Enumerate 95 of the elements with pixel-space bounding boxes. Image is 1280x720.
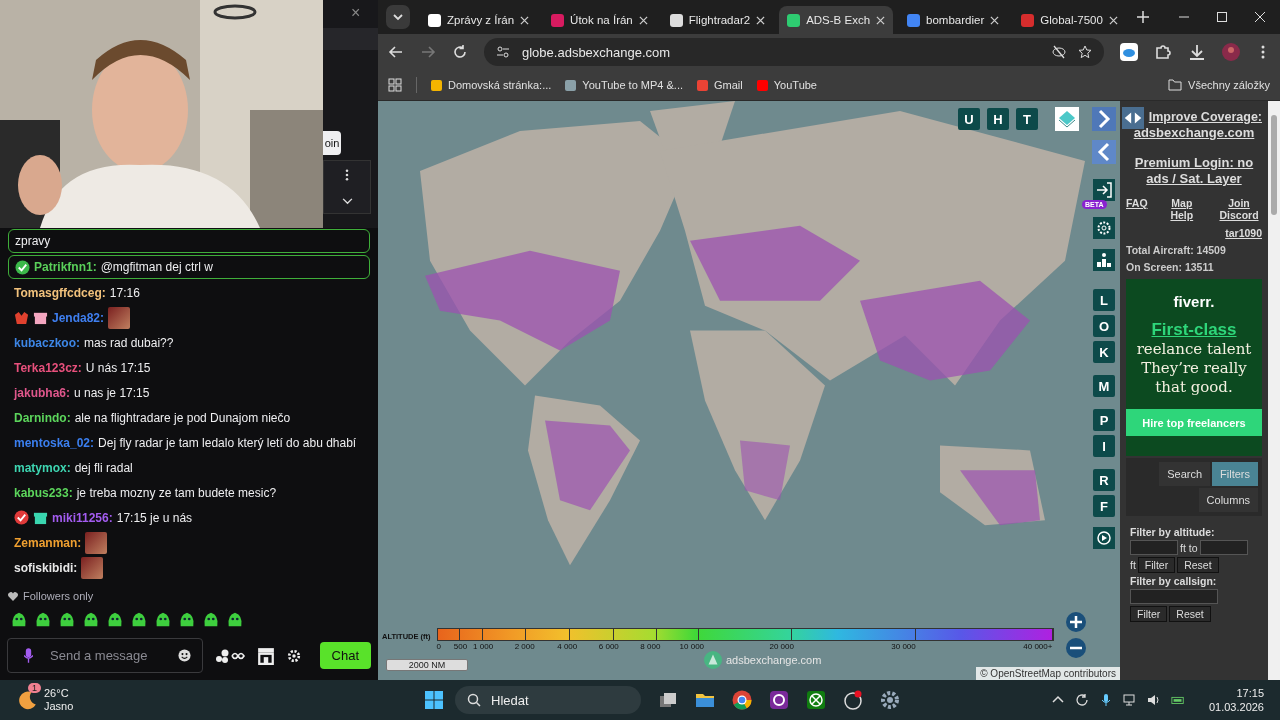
help-link[interactable]: Map Help bbox=[1158, 197, 1205, 221]
message-text: ale na flightradare je pod Dunajom niečo bbox=[74, 410, 291, 425]
address-bar[interactable]: globe.adsbexchange.com bbox=[484, 38, 1104, 66]
legend-tick: 2 000 bbox=[514, 642, 535, 651]
username[interactable]: Darnindo: bbox=[14, 410, 71, 425]
temperature-text: 26°C bbox=[44, 687, 70, 700]
username[interactable]: kubaczkoo: bbox=[14, 335, 80, 350]
filter-button[interactable]: Filter bbox=[1130, 606, 1168, 622]
map-toggle-button[interactable]: F bbox=[1093, 495, 1115, 517]
site-link[interactable]: adsbexchange.com bbox=[1126, 125, 1262, 141]
premium-login-link[interactable]: Premium Login: no ads / Sat. Layer bbox=[1126, 155, 1262, 187]
search-field[interactable]: Hledat bbox=[455, 686, 641, 714]
filter-label: Filter by altitude: bbox=[1130, 526, 1216, 538]
message-text: je treba mozny ze tam budete mesic? bbox=[76, 485, 277, 500]
message-text: 17:16 bbox=[109, 285, 140, 300]
username[interactable]: mentoska_02: bbox=[14, 435, 95, 450]
map-toggle-button[interactable]: M bbox=[1093, 375, 1115, 397]
username[interactable]: Patrikfnn1: bbox=[34, 260, 97, 274]
map-toggle-button[interactable]: K bbox=[1093, 341, 1115, 363]
scale-bar: 2000 NM bbox=[386, 659, 468, 671]
weather-condition: Jasno bbox=[44, 700, 74, 713]
attribution-link[interactable]: © OpenStreetMap contributors bbox=[976, 667, 1120, 680]
clock-date[interactable]: 01.03.2026 bbox=[1208, 700, 1264, 714]
username[interactable]: Jenda82: bbox=[52, 310, 105, 325]
help-link[interactable]: Join Discord bbox=[1216, 197, 1262, 221]
legend-tick: 4 000 bbox=[557, 642, 578, 651]
unit-label: ft bbox=[1130, 559, 1136, 571]
total-aircraft-text: Total Aircraft: 14509 bbox=[1126, 244, 1227, 256]
browser-tab[interactable]: Útok na Írán bbox=[543, 6, 656, 34]
browser-tab[interactable]: bombardier bbox=[899, 6, 1008, 34]
sidebar-tab[interactable]: Search bbox=[1159, 462, 1211, 486]
legend-tick: 10 000 bbox=[679, 642, 705, 651]
username[interactable]: matymox: bbox=[14, 460, 71, 475]
browser-tab[interactable]: Flightradar2 bbox=[661, 6, 774, 34]
bookmark[interactable]: YouTube to MP4 &... bbox=[565, 79, 684, 91]
message-text: Dej fly radar je tam ledalo který letí do abu dhabí bbox=[98, 435, 357, 450]
join-button[interactable]: oin bbox=[323, 131, 341, 155]
message-text: u nas je 17:15 bbox=[74, 385, 150, 400]
browser-tab[interactable]: Zprávy z Írán bbox=[420, 6, 538, 34]
username[interactable]: sofiskibidi: bbox=[14, 560, 78, 575]
legend-tick: 30 000 bbox=[891, 642, 916, 651]
map-toggle-button[interactable]: U bbox=[958, 108, 980, 130]
browser-tab[interactable]: Global-7500 bbox=[1013, 6, 1126, 34]
bookmark[interactable]: YouTube bbox=[756, 79, 817, 91]
watermark-text: adsbexchange.com bbox=[726, 654, 822, 666]
version-link[interactable]: tar1090 bbox=[1225, 227, 1262, 239]
notification-badge: 1 bbox=[28, 683, 41, 693]
message-text: U nás 17:15 bbox=[85, 360, 151, 375]
on-screen-text: On Screen: 13511 bbox=[1126, 261, 1215, 273]
message-text: @mgfitman dej ctrl w bbox=[100, 260, 213, 274]
message-text: mas rad dubai?? bbox=[84, 335, 174, 350]
browser-tab[interactable]: ADS-B Exch bbox=[779, 6, 894, 34]
legend-tick: 0 bbox=[436, 642, 442, 651]
bookmark[interactable]: Domovská stránka:... bbox=[431, 79, 552, 91]
map-toggle-button[interactable]: O bbox=[1093, 315, 1115, 337]
legend-tick: 500 bbox=[453, 642, 468, 651]
followers-only-label: Followers only bbox=[23, 590, 94, 602]
map-toggle-button[interactable]: L bbox=[1093, 289, 1115, 311]
message-text: dej fli radal bbox=[74, 460, 133, 475]
map-toggle-button[interactable]: I bbox=[1093, 435, 1115, 457]
filter-label: Filter by callsign: bbox=[1130, 575, 1218, 587]
clock-time[interactable]: 17:15 bbox=[1236, 686, 1264, 700]
ad-logo: fiverr. bbox=[1173, 293, 1215, 310]
username[interactable]: Terka123cz: bbox=[14, 360, 82, 375]
legend-tick: 1 000 bbox=[473, 642, 494, 651]
legend-tick: 20 000 bbox=[769, 642, 794, 651]
help-link[interactable]: FAQ bbox=[1126, 197, 1148, 221]
message-input[interactable]: Send a message bbox=[7, 638, 203, 673]
ad-text: reelance talent bbox=[1136, 340, 1252, 359]
legend-tick: 8 000 bbox=[640, 642, 661, 651]
legend-tick: 40 000+ bbox=[1023, 642, 1053, 651]
map-toggle-button[interactable]: H bbox=[987, 108, 1009, 130]
improve-coverage-link[interactable]: Improve Coverage: bbox=[1148, 109, 1262, 125]
chat-button[interactable]: Chat bbox=[319, 642, 371, 669]
bookmark[interactable]: Gmail bbox=[697, 79, 743, 91]
filter-button[interactable]: Filter bbox=[1137, 557, 1176, 573]
username[interactable]: kabus233: bbox=[14, 485, 73, 500]
reset-button[interactable]: Reset bbox=[1177, 557, 1219, 573]
map-toggle-button[interactable]: T bbox=[1016, 108, 1038, 130]
message-text: zpravy bbox=[15, 234, 51, 248]
map-toggle-button[interactable]: P bbox=[1093, 409, 1115, 431]
legend-tick: 6 000 bbox=[598, 642, 619, 651]
map-toggle-button[interactable]: R bbox=[1093, 469, 1115, 491]
username[interactable]: jakubha6: bbox=[14, 385, 70, 400]
username[interactable]: miki11256: bbox=[52, 510, 113, 525]
all-bookmarks-button[interactable]: Všechny záložky bbox=[1168, 78, 1270, 92]
message-text: 17:15 je u nás bbox=[116, 510, 193, 525]
reset-button[interactable]: Reset bbox=[1169, 606, 1211, 622]
sidebar-tab[interactable]: Columns bbox=[1198, 488, 1258, 512]
username[interactable]: Tomasgffcdceg: bbox=[14, 285, 106, 300]
ad-headline[interactable]: First-class bbox=[1151, 320, 1237, 340]
close-icon[interactable]: × bbox=[351, 4, 361, 22]
ad-text: They’re really that good. bbox=[1140, 359, 1248, 397]
username[interactable]: Zemanman: bbox=[14, 535, 82, 550]
unit-label: ft to bbox=[1180, 541, 1198, 554]
